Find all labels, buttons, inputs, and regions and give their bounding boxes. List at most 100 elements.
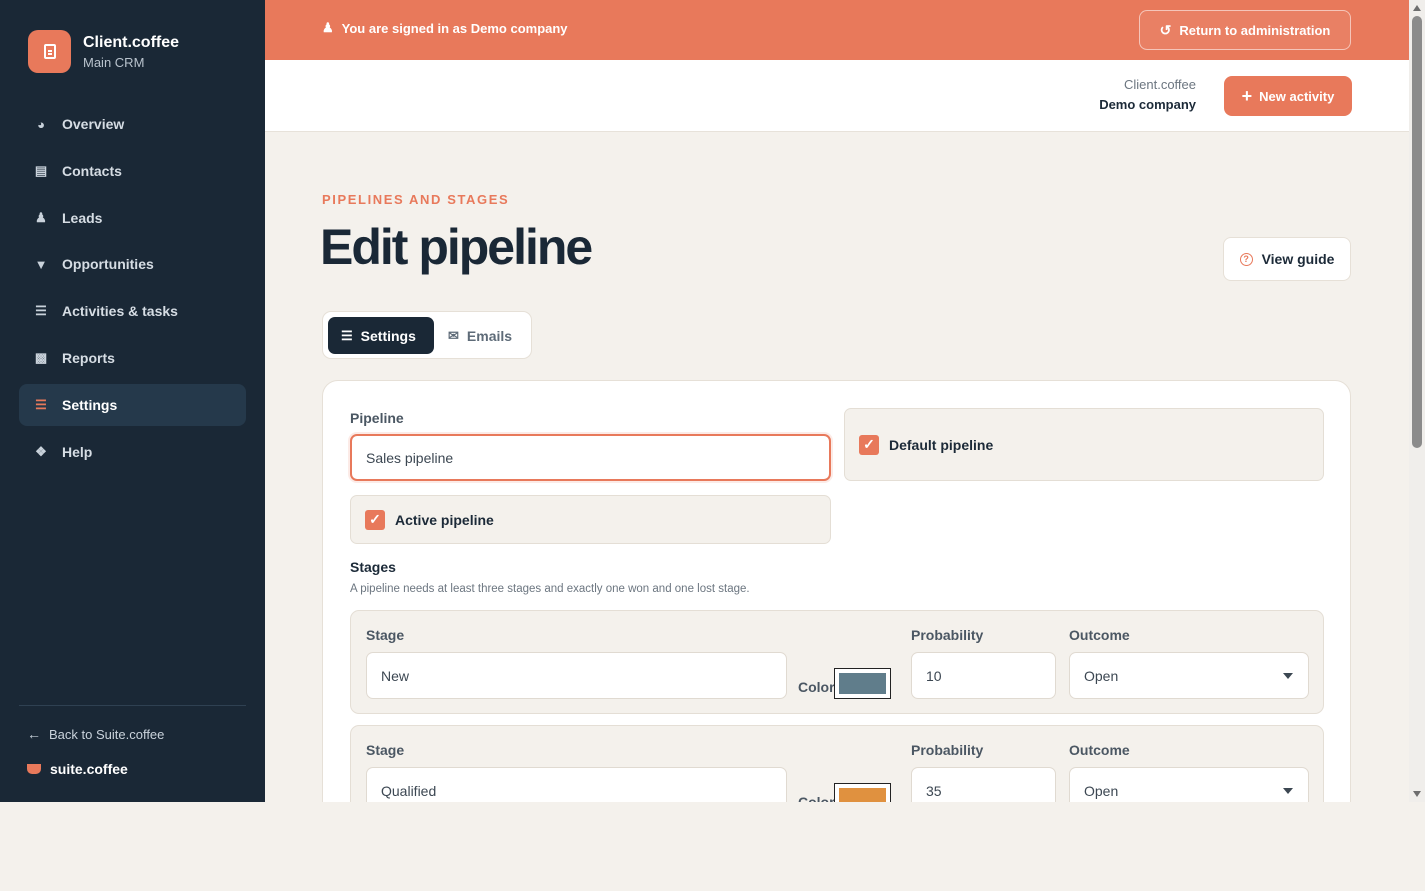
sidebar-item-label: Settings — [62, 396, 118, 413]
page-title: Edit pipeline — [320, 219, 593, 275]
sliders-icon: ☰ — [35, 396, 47, 412]
user-icon: ♟ — [322, 20, 334, 35]
view-guide-label: View guide — [1261, 251, 1335, 267]
company-name: Demo company — [1099, 97, 1196, 112]
suite-logo[interactable]: suite.coffee — [27, 761, 128, 777]
tab-emails[interactable]: ✉ Emails — [435, 317, 525, 354]
bar-chart-icon: ▩ — [34, 349, 48, 365]
sidebar-item-label: Opportunities — [62, 256, 154, 273]
stages-heading: Stages — [350, 559, 396, 575]
color-label: Color — [798, 679, 835, 695]
outcome-select[interactable]: Open — [1069, 767, 1309, 802]
sidebar-item-contacts[interactable]: ▤ Contacts — [19, 150, 246, 192]
stage-color-picker[interactable] — [834, 783, 891, 802]
sidebar-item-reports[interactable]: ▩ Reports — [19, 337, 246, 379]
probability-label: Probability — [911, 627, 984, 643]
stage-row: Stage New Color Probability 10 Outcome O… — [350, 610, 1324, 714]
sidebar-divider — [19, 705, 246, 706]
stage-color-picker[interactable] — [834, 668, 891, 699]
probability-input[interactable]: 35 — [911, 767, 1056, 802]
active-pipeline-label: Active pipeline — [395, 511, 494, 528]
pie-chart-icon: ◕ — [37, 116, 45, 132]
sidebar-item-label: Help — [62, 443, 93, 460]
view-guide-button[interactable]: ? View guide — [1223, 237, 1351, 281]
color-swatch — [839, 788, 886, 802]
stage-label: Stage — [366, 627, 405, 643]
back-link-label: Back to Suite.coffee — [49, 726, 165, 742]
stage-name-input[interactable]: New — [366, 652, 787, 699]
signed-in-text: You are signed in as Demo company — [341, 20, 568, 36]
sidebar-item-label: Leads — [62, 209, 103, 226]
brand-subtitle: Main CRM — [83, 54, 145, 70]
funnel-icon: ▼ — [34, 256, 48, 272]
sidebar-item-settings[interactable]: ☰ Settings — [19, 383, 246, 426]
return-label: Return to administration — [1179, 22, 1331, 38]
tab-label: Emails — [466, 327, 513, 344]
company-switcher[interactable]: Client.coffee Demo company — [1099, 77, 1196, 112]
default-pipeline-label: Default pipeline — [889, 436, 994, 453]
pipeline-form-card: Pipeline Sales pipeline ✓ Default pipeli… — [322, 380, 1351, 802]
outcome-value: Open — [1084, 667, 1119, 684]
list-icon: ☰ — [35, 303, 47, 319]
sliders-icon: ☰ — [341, 327, 353, 343]
page-eyebrow: PIPELINES AND STAGES — [322, 192, 510, 207]
sidebar-item-opportunities[interactable]: ▼ Opportunities — [19, 243, 246, 285]
company-app-name: Client.coffee — [1123, 77, 1196, 92]
plus-icon: + — [1241, 85, 1253, 106]
coffee-cup-icon — [27, 764, 41, 774]
top-header: Client.coffee Demo company + New activit… — [265, 60, 1409, 132]
sidebar-item-label: Contacts — [62, 162, 122, 179]
color-swatch — [839, 673, 886, 694]
stages-help-text: A pipeline needs at least three stages a… — [350, 583, 750, 595]
probability-label: Probability — [911, 742, 984, 758]
scroll-up-arrow-icon[interactable] — [1413, 5, 1421, 11]
pipeline-tabs: ☰ Settings ✉ Emails — [322, 311, 532, 359]
sidebar-item-leads[interactable]: ♟ Leads — [19, 197, 246, 239]
contact-card-icon: ▤ — [34, 162, 48, 178]
new-activity-button[interactable]: + New activity — [1224, 76, 1352, 116]
sidebar-item-label: Reports — [62, 349, 115, 366]
scrollbar-thumb[interactable] — [1412, 16, 1422, 448]
chevron-down-icon — [1283, 673, 1293, 679]
suite-label: suite.coffee — [50, 761, 128, 777]
scroll-down-arrow-icon[interactable] — [1413, 791, 1421, 797]
sidebar-item-help[interactable]: ❖ Help — [19, 431, 246, 473]
undo-icon: ↺ — [1159, 21, 1172, 38]
user-plus-icon: ♟ — [35, 209, 47, 225]
sidebar: Client.coffee Main CRM ◕ Overview ▤ Cont… — [0, 0, 265, 802]
sidebar-item-label: Activities & tasks — [62, 303, 178, 320]
stage-row: Stage Qualified Color Probability 35 Out… — [350, 725, 1324, 802]
back-to-suite-link[interactable]: ← Back to Suite.coffee — [27, 726, 164, 742]
brand-logo-icon — [28, 30, 71, 73]
new-activity-label: New activity — [1259, 88, 1335, 104]
outcome-value: Open — [1084, 782, 1119, 799]
tab-label: Settings — [360, 327, 416, 344]
return-to-administration-button[interactable]: ↺ Return to administration — [1139, 10, 1351, 50]
outcome-select[interactable]: Open — [1069, 652, 1309, 699]
impersonation-banner: ♟ You are signed in as Demo company ↺ Re… — [265, 0, 1409, 60]
help-circle-icon: ? — [1239, 252, 1253, 266]
stage-name-input[interactable]: Qualified — [366, 767, 787, 802]
below-viewport-area — [0, 802, 1425, 891]
stage-label: Stage — [366, 742, 405, 758]
probability-input[interactable]: 10 — [911, 652, 1056, 699]
help-circle-icon: ❖ — [35, 443, 47, 459]
arrow-left-icon: ← — [27, 726, 41, 742]
active-pipeline-checkbox[interactable]: ✓ Active pipeline — [350, 495, 831, 544]
sidebar-item-activities[interactable]: ☰ Activities & tasks — [19, 290, 246, 332]
color-label: Color — [798, 794, 835, 802]
signed-in-notice: ♟ You are signed in as Demo company — [322, 20, 568, 36]
envelope-icon: ✉ — [448, 327, 459, 343]
tab-settings[interactable]: ☰ Settings — [328, 317, 434, 354]
pipeline-label: Pipeline — [350, 410, 404, 426]
default-pipeline-checkbox[interactable]: ✓ Default pipeline — [844, 408, 1324, 481]
chevron-down-icon — [1283, 788, 1293, 794]
page-scrollbar[interactable] — [1409, 0, 1425, 802]
sidebar-nav: ◕ Overview ▤ Contacts ♟ Leads ▼ Opportun… — [19, 103, 246, 477]
sidebar-item-label: Overview — [62, 116, 125, 132]
outcome-label: Outcome — [1069, 627, 1130, 643]
sidebar-item-overview[interactable]: ◕ Overview — [19, 103, 246, 145]
brand[interactable]: Client.coffee Main CRM — [28, 30, 179, 73]
pipeline-name-input[interactable]: Sales pipeline — [350, 434, 831, 481]
checkmark-icon: ✓ — [859, 434, 879, 455]
